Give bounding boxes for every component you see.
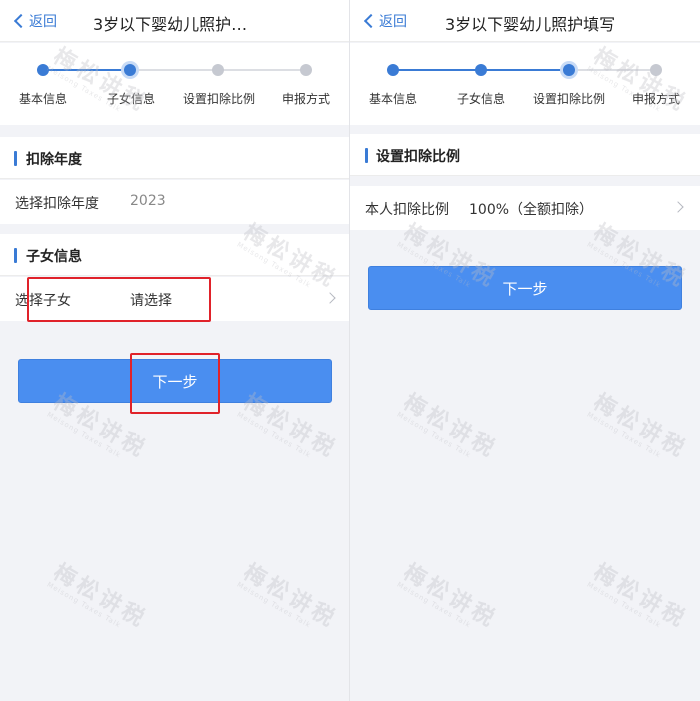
select-child-placeholder: 请选择 [130, 293, 172, 309]
step-dot-basic-info [387, 64, 399, 76]
step-label-basic-info: 基本信息 [368, 92, 418, 106]
section-title: 子女信息 [26, 249, 82, 265]
chevron-left-icon [13, 13, 29, 29]
next-button[interactable]: 下一步 [368, 266, 682, 310]
step-dot-child-info [124, 64, 136, 76]
page-title: 3岁以下婴幼儿照护填写 [445, 15, 616, 34]
right-screen: 返回 3岁以下婴幼儿照护填写 基本信息 子女信息 设置扣除比例 申报方式 设置扣… [350, 0, 700, 701]
section-bar [14, 151, 17, 166]
step-label-basic-info: 基本信息 [18, 92, 68, 106]
step-label-report-method: 申报方式 [281, 92, 331, 106]
watermark: 梅松讲税 Meisong Taxes Talk [235, 559, 342, 634]
left-screen: 返回 3岁以下婴幼儿照护… 基本信息 子女信息 设置扣除比例 申报方式 扣除年度… [0, 0, 350, 701]
chevron-right-icon [672, 201, 684, 213]
step-label-deduction-ratio: 设置扣除比例 [532, 92, 606, 106]
progress-stepper: 基本信息 子女信息 设置扣除比例 申报方式 [0, 43, 350, 125]
step-label-child-info: 子女信息 [456, 92, 506, 106]
section-deduction-year: 扣除年度 [0, 137, 350, 179]
step-label-deduction-ratio: 设置扣除比例 [182, 92, 256, 106]
watermark: 梅松讲税 Meisong Taxes Talk [45, 559, 152, 634]
step-dot-deduction-ratio [212, 64, 224, 76]
select-child-row[interactable]: 选择子女 请选择 [0, 277, 350, 321]
section-deduction-ratio: 设置扣除比例 [350, 134, 700, 176]
step-dot-report-method [300, 64, 312, 76]
next-button[interactable]: 下一步 [18, 359, 332, 403]
step-dot-report-method [650, 64, 662, 76]
deduction-year-value: 2023 [130, 193, 166, 209]
deduction-ratio-value: 100%（全额扣除） [469, 202, 594, 218]
chevron-left-icon [363, 13, 379, 29]
step-label-report-method: 申报方式 [631, 92, 681, 106]
back-label: 返回 [29, 14, 57, 30]
watermark: 梅松讲税 Meisong Taxes Talk [395, 389, 502, 464]
watermark: 梅松讲税 Meisong Taxes Talk [585, 389, 692, 464]
select-child-label: 选择子女 [15, 293, 71, 309]
nav-bar: 返回 3岁以下婴幼儿照护… [0, 0, 350, 42]
back-label: 返回 [379, 14, 407, 30]
step-connector-todo [569, 69, 657, 71]
page-title: 3岁以下婴幼儿照护… [93, 15, 248, 34]
watermark: 梅松讲税 Meisong Taxes Talk [395, 559, 502, 634]
section-bar [14, 248, 17, 263]
back-button[interactable]: 返回 [363, 11, 407, 31]
nav-bar: 返回 3岁以下婴幼儿照护填写 [350, 0, 700, 42]
step-label-child-info: 子女信息 [106, 92, 156, 106]
step-dot-basic-info [37, 64, 49, 76]
section-child-info: 子女信息 [0, 234, 350, 276]
deduction-year-row[interactable]: 选择扣除年度 2023 [0, 180, 350, 224]
section-title: 设置扣除比例 [376, 149, 460, 165]
watermark: 梅松讲税 Meisong Taxes Talk [585, 559, 692, 634]
section-title: 扣除年度 [26, 152, 82, 168]
step-dot-deduction-ratio [563, 64, 575, 76]
progress-stepper: 基本信息 子女信息 设置扣除比例 申报方式 [350, 43, 700, 125]
deduction-ratio-label: 本人扣除比例 [365, 202, 449, 218]
step-connector-done [43, 69, 130, 71]
deduction-year-label: 选择扣除年度 [15, 196, 99, 212]
chevron-right-icon [324, 292, 336, 304]
section-bar [365, 148, 368, 163]
back-button[interactable]: 返回 [13, 11, 57, 31]
step-dot-child-info [475, 64, 487, 76]
deduction-ratio-row[interactable]: 本人扣除比例 100%（全额扣除） [350, 186, 700, 230]
